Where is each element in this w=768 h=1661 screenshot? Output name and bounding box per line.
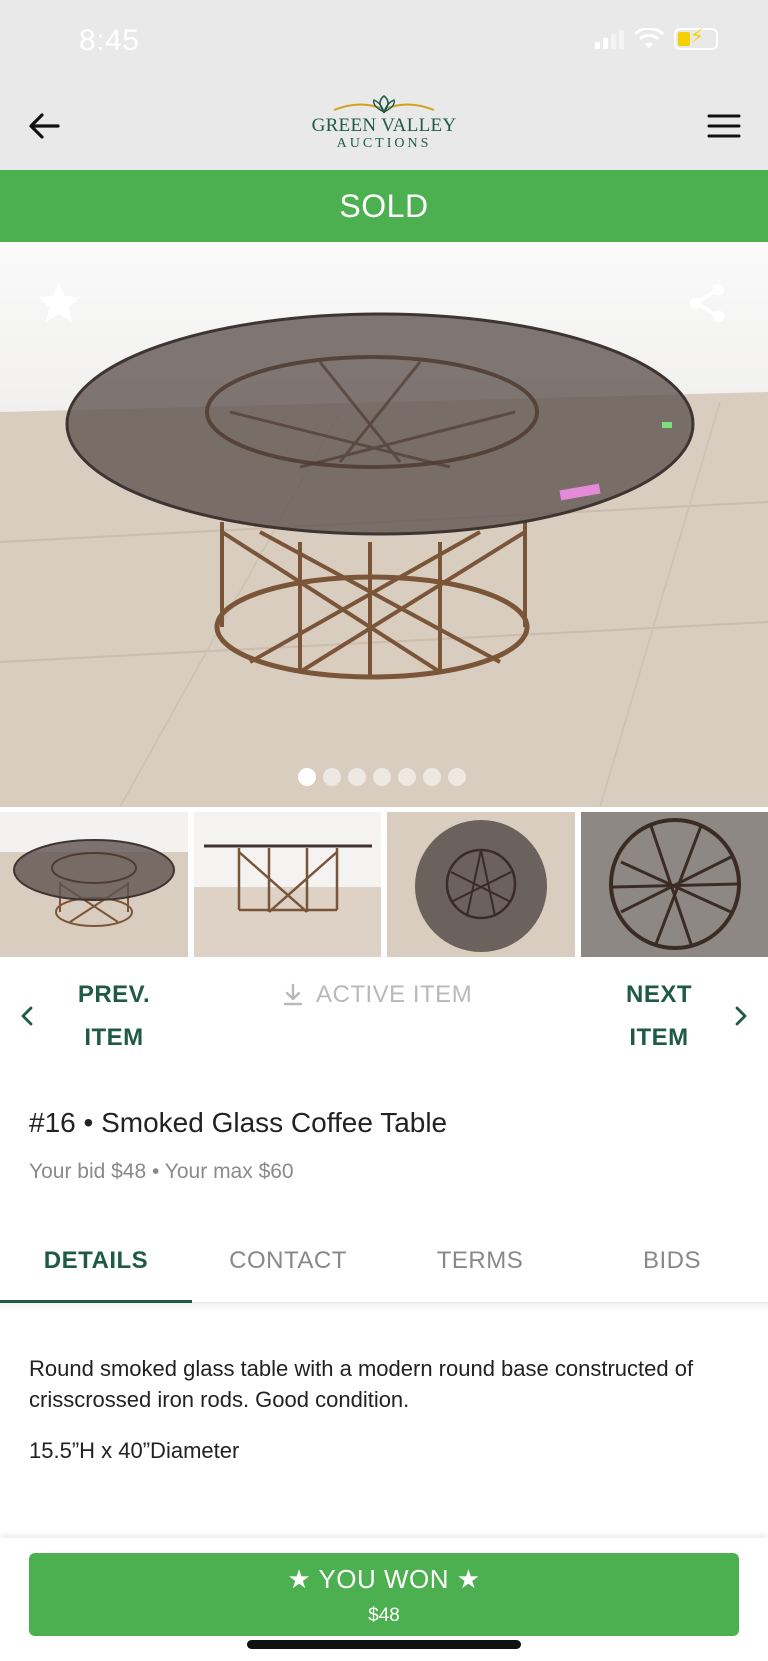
- tab-terms[interactable]: TERMS: [384, 1225, 576, 1302]
- logo-leaf-icon: [333, 94, 435, 114]
- bid-info: Your bid $48 • Your max $60: [29, 1160, 294, 1183]
- logo-line1: GREEN VALLEY: [311, 115, 457, 136]
- carousel-dot[interactable]: [423, 768, 441, 786]
- share-button[interactable]: [684, 280, 734, 330]
- back-button[interactable]: [24, 106, 64, 146]
- next-item-line2: ITEM: [629, 1024, 689, 1051]
- sold-banner: SOLD: [0, 170, 768, 242]
- download-icon: [283, 983, 303, 1006]
- prev-item-label: PREV. ITEM: [64, 973, 164, 1059]
- prev-item-button[interactable]: PREV. ITEM: [20, 973, 164, 1059]
- thumbnail-2[interactable]: [193, 812, 381, 957]
- hamburger-menu-icon: [707, 114, 741, 138]
- star-icon: [38, 282, 80, 322]
- next-item-label: NEXT ITEM: [614, 973, 704, 1059]
- thumbnail-strip: [0, 812, 768, 957]
- carousel-dot[interactable]: [323, 768, 341, 786]
- arrow-left-icon: [29, 113, 60, 139]
- active-item-button[interactable]: ACTIVE ITEM: [282, 981, 472, 1009]
- winning-amount: $48: [368, 1605, 400, 1626]
- next-item-button[interactable]: NEXT ITEM: [614, 973, 748, 1059]
- logo: GREEN VALLEY AUCTIONS: [284, 94, 484, 160]
- share-icon: [689, 283, 725, 323]
- you-won-label: ★ YOU WON ★: [287, 1564, 481, 1594]
- tab-bids[interactable]: BIDS: [576, 1225, 768, 1302]
- main-image-carousel[interactable]: [0, 242, 768, 807]
- favorite-button[interactable]: [34, 278, 84, 328]
- signal-icon: [595, 29, 624, 49]
- carousel-indicator: [298, 768, 466, 786]
- thumbnail-3[interactable]: [387, 812, 575, 957]
- item-title: #16 • Smoked Glass Coffee Table: [29, 1107, 448, 1138]
- status-time: 8:45: [79, 24, 140, 57]
- next-item-line1: NEXT: [625, 981, 692, 1008]
- thumbnail-4[interactable]: [580, 812, 768, 957]
- prev-item-line2: ITEM: [84, 1024, 144, 1051]
- item-navigation: PREV. ITEM ACTIVE ITEM NEXT ITEM: [0, 965, 768, 1075]
- active-item-label: ACTIVE ITEM: [316, 981, 473, 1008]
- menu-button[interactable]: [704, 106, 744, 146]
- carousel-dot[interactable]: [348, 768, 366, 786]
- product-image: [0, 312, 768, 807]
- tab-details[interactable]: DETAILS: [0, 1225, 192, 1303]
- chevron-right-icon: [735, 1006, 747, 1026]
- tab-contact[interactable]: CONTACT: [192, 1225, 384, 1302]
- you-won-button[interactable]: ★ YOU WON ★ $48: [29, 1553, 739, 1636]
- carousel-dot[interactable]: [398, 768, 416, 786]
- battery-icon: ⚡: [674, 27, 718, 50]
- home-indicator[interactable]: [247, 1640, 521, 1649]
- wifi-icon: [634, 28, 664, 48]
- chevron-left-icon: [21, 1006, 33, 1026]
- tab-bar: DETAILS CONTACT TERMS BIDS: [0, 1225, 768, 1303]
- item-dimensions: 15.5”H x 40”Diameter: [29, 1438, 240, 1463]
- status-bar: 8:45 ⚡: [0, 0, 768, 86]
- carousel-dot[interactable]: [448, 768, 466, 786]
- logo-line2: AUCTIONS: [336, 136, 432, 151]
- prev-item-line1: PREV.: [77, 981, 151, 1008]
- app-header: GREEN VALLEY AUCTIONS: [0, 86, 768, 170]
- carousel-dot[interactable]: [373, 768, 391, 786]
- tab-divider: [0, 1303, 768, 1311]
- thumbnail-1[interactable]: [0, 812, 188, 957]
- status-icons: ⚡: [595, 27, 718, 50]
- carousel-dot[interactable]: [298, 768, 316, 786]
- item-description: Round smoked glass table with a modern r…: [29, 1356, 694, 1412]
